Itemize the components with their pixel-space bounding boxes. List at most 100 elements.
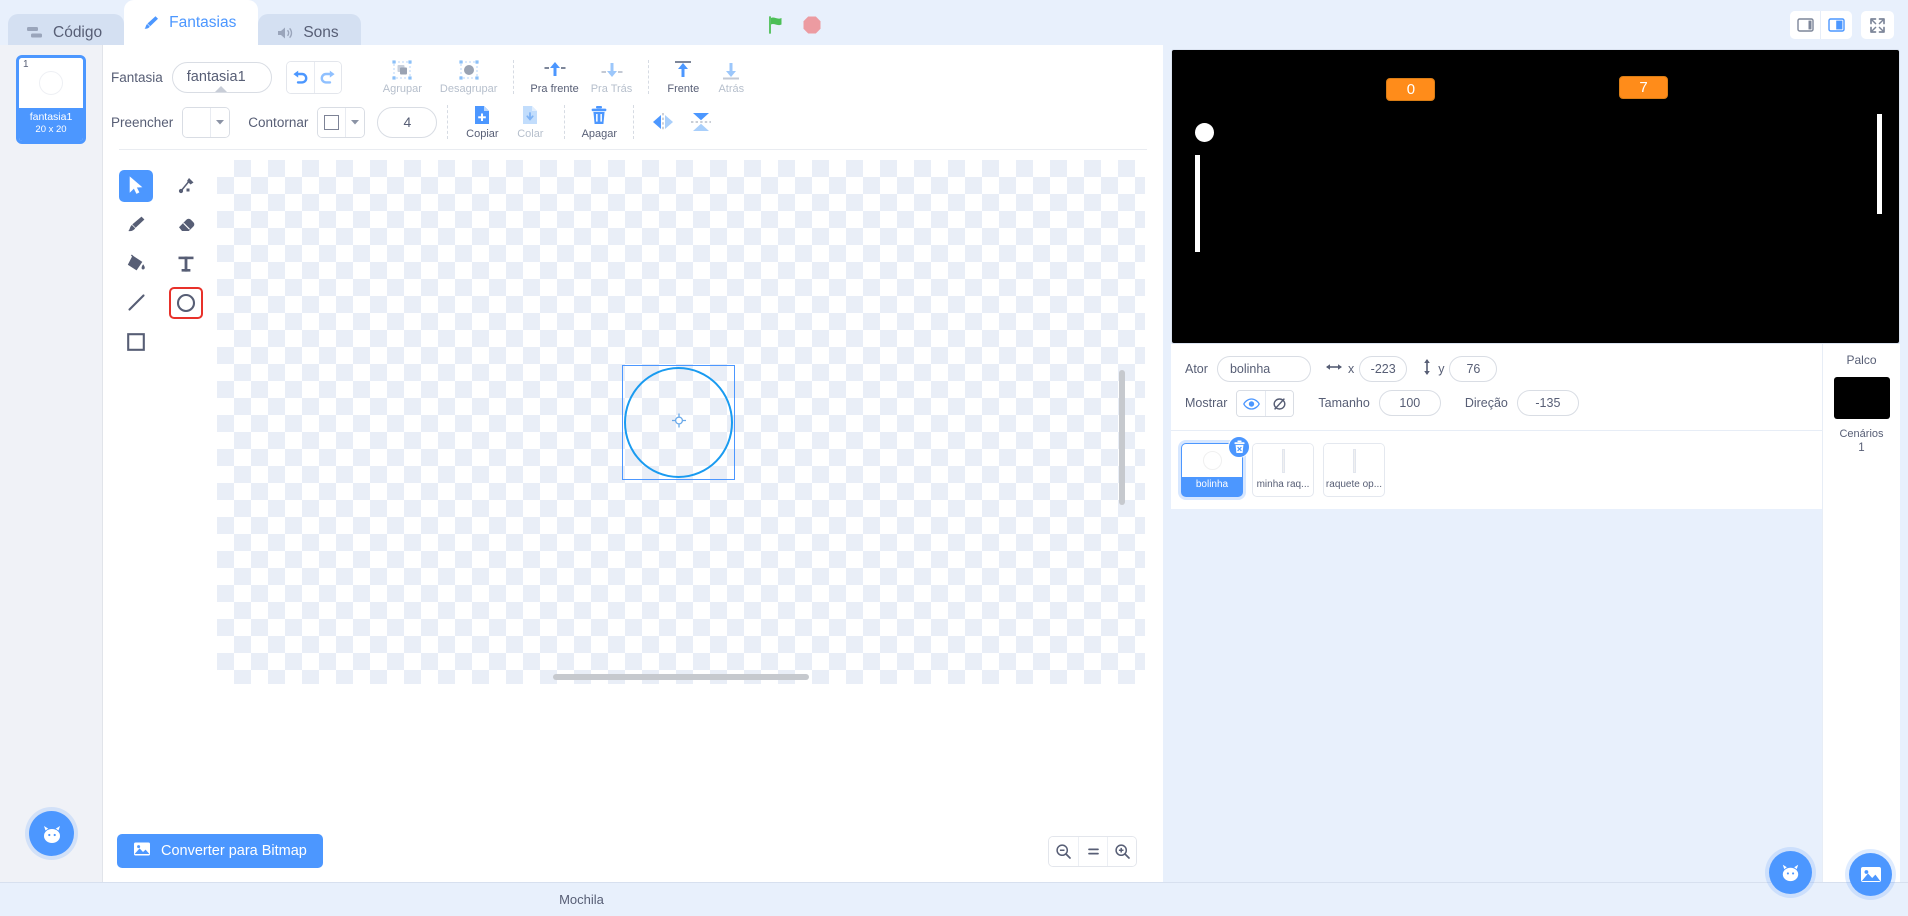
stop-icon[interactable] bbox=[802, 15, 822, 35]
flip-horizontal-button[interactable] bbox=[644, 111, 682, 133]
fill-color-picker[interactable] bbox=[182, 106, 231, 138]
rectangle-tool[interactable] bbox=[119, 326, 153, 358]
outline-swatch-box bbox=[324, 114, 340, 130]
bring-to-front-icon bbox=[671, 59, 695, 81]
fullscreen-icon[interactable] bbox=[1861, 11, 1894, 39]
fill-caret-icon[interactable] bbox=[210, 107, 230, 137]
stage-selector-panel: Palco Cenários 1 bbox=[1822, 344, 1900, 896]
flip-vertical-icon bbox=[688, 111, 714, 133]
costume-scroll-up-icon[interactable] bbox=[213, 81, 229, 92]
outline-width-input[interactable]: 4 bbox=[377, 106, 438, 138]
scratch-editor: Código Fantasias Sons 1 fantasia1 20 x 2… bbox=[0, 0, 1908, 916]
add-sprite-button[interactable] bbox=[1769, 851, 1812, 894]
y-position-group: y 76 bbox=[1421, 356, 1498, 382]
stage-panel-title: Palco bbox=[1846, 353, 1877, 367]
backward-label: Pra Trás bbox=[590, 83, 633, 95]
add-costume-button[interactable] bbox=[29, 811, 74, 856]
outline-label: Contornar bbox=[248, 114, 309, 130]
delete-sprite-button[interactable] bbox=[1228, 436, 1250, 458]
flip-horizontal-icon bbox=[650, 111, 676, 133]
tab-fantasias[interactable]: Fantasias bbox=[124, 0, 259, 45]
direction-label: Direção bbox=[1464, 396, 1508, 410]
undo-icon[interactable] bbox=[286, 61, 314, 93]
stage-thumbnail[interactable] bbox=[1833, 377, 1890, 419]
flip-vertical-button[interactable] bbox=[682, 111, 720, 133]
large-stage-icon[interactable] bbox=[1821, 11, 1852, 39]
zoom-in-icon[interactable] bbox=[1107, 836, 1136, 866]
horizontal-arrows-icon bbox=[1325, 360, 1343, 378]
fill-swatch[interactable] bbox=[183, 107, 211, 137]
backward-button[interactable]: Pra Trás bbox=[585, 59, 639, 95]
size-input[interactable]: 100 bbox=[1378, 390, 1441, 416]
paint-editor: 1 fantasia1 20 x 20 Fantasia fantasia1 A… bbox=[0, 45, 1163, 882]
brush-tool[interactable] bbox=[119, 209, 153, 241]
sprite-name-label: Ator bbox=[1185, 362, 1208, 376]
green-flag-icon[interactable] bbox=[766, 14, 788, 36]
convert-to-bitmap-button[interactable]: Converter para Bitmap bbox=[117, 834, 323, 868]
zoom-reset-icon[interactable] bbox=[1078, 836, 1107, 866]
sprite-bar-shape bbox=[1281, 448, 1285, 473]
costume-item-1[interactable]: 1 fantasia1 20 x 20 bbox=[16, 55, 86, 144]
reshape-tool[interactable] bbox=[169, 170, 203, 202]
line-tool[interactable] bbox=[119, 287, 153, 319]
canvas-vertical-scrollbar[interactable] bbox=[1119, 370, 1125, 505]
backdrops-label: Cenários bbox=[1839, 428, 1884, 440]
paint-canvas[interactable] bbox=[217, 160, 1145, 684]
selection-bounding-box[interactable] bbox=[622, 365, 735, 480]
send-to-back-icon bbox=[719, 59, 743, 81]
group-button[interactable]: Agrupar bbox=[377, 59, 428, 95]
toolbar-divider-2 bbox=[513, 60, 515, 94]
delete-label: Apagar bbox=[581, 128, 618, 140]
front-button[interactable]: Frente bbox=[659, 59, 707, 95]
y-position-input[interactable]: 76 bbox=[1449, 356, 1498, 382]
tool-palette bbox=[111, 150, 211, 820]
small-stage-icon[interactable] bbox=[1790, 11, 1821, 39]
sprite-card-bolinha[interactable]: bolinha bbox=[1181, 436, 1250, 497]
visibility-toggle bbox=[1236, 389, 1295, 417]
vertical-arrows-icon bbox=[1421, 358, 1433, 381]
show-label: Mostrar bbox=[1185, 396, 1228, 410]
ball-sprite bbox=[1195, 123, 1215, 143]
paste-button[interactable]: Colar bbox=[506, 104, 554, 140]
sprite-name-input[interactable]: bolinha bbox=[1216, 356, 1311, 382]
x-position-input[interactable]: -223 bbox=[1359, 356, 1408, 382]
forward-button[interactable]: Pra frente bbox=[524, 59, 584, 95]
paste-icon bbox=[519, 104, 541, 126]
canvas-wrapper bbox=[211, 150, 1163, 820]
size-label: Tamanho bbox=[1318, 396, 1370, 410]
outline-swatch[interactable] bbox=[318, 107, 346, 137]
canvas-horizontal-scrollbar[interactable] bbox=[553, 674, 809, 680]
text-tool[interactable] bbox=[169, 248, 203, 280]
select-tool[interactable] bbox=[119, 169, 153, 202]
backpack-label: Mochila bbox=[559, 892, 604, 907]
sprite-thumbnail bbox=[1324, 444, 1384, 477]
add-backdrop-button[interactable] bbox=[1849, 853, 1892, 896]
eraser-tool[interactable] bbox=[169, 209, 203, 241]
circle-tool[interactable] bbox=[169, 286, 203, 319]
stage[interactable]: 0 7 bbox=[1171, 49, 1900, 344]
x-position-group: x -223 bbox=[1325, 356, 1408, 382]
paint-toolbar-row-1: Fantasia fantasia1 Agrupar Desagrupar Pr… bbox=[103, 55, 1163, 99]
eye-slash-icon[interactable] bbox=[1265, 390, 1294, 416]
backpack-bar[interactable]: Mochila bbox=[0, 882, 1163, 916]
costume-thumbnail: 1 bbox=[19, 58, 83, 108]
zoom-out-icon[interactable] bbox=[1049, 836, 1078, 866]
paste-label: Colar bbox=[517, 128, 544, 140]
copy-button[interactable]: Copiar bbox=[458, 104, 506, 140]
fill-tool[interactable] bbox=[119, 248, 153, 280]
costume-name-label: Fantasia bbox=[111, 69, 163, 85]
forward-label: Pra frente bbox=[530, 83, 579, 95]
sprite-thumbnail bbox=[1253, 444, 1313, 477]
outline-color-picker[interactable] bbox=[317, 106, 366, 138]
delete-button[interactable]: Apagar bbox=[575, 104, 623, 140]
direction-input[interactable]: -135 bbox=[1516, 390, 1579, 416]
center-crosshair-icon bbox=[671, 413, 686, 433]
left-paddle-sprite bbox=[1195, 155, 1201, 253]
outline-caret-icon[interactable] bbox=[345, 107, 365, 137]
ungroup-button[interactable]: Desagrupar bbox=[434, 59, 503, 95]
sprite-card-raquete-oponente[interactable]: raquete op... bbox=[1323, 443, 1385, 497]
eye-icon[interactable] bbox=[1237, 390, 1266, 416]
redo-icon[interactable] bbox=[313, 61, 341, 93]
back-button[interactable]: Atrás bbox=[707, 59, 755, 95]
sprite-card-minha-raquete[interactable]: minha raq... bbox=[1252, 443, 1314, 497]
